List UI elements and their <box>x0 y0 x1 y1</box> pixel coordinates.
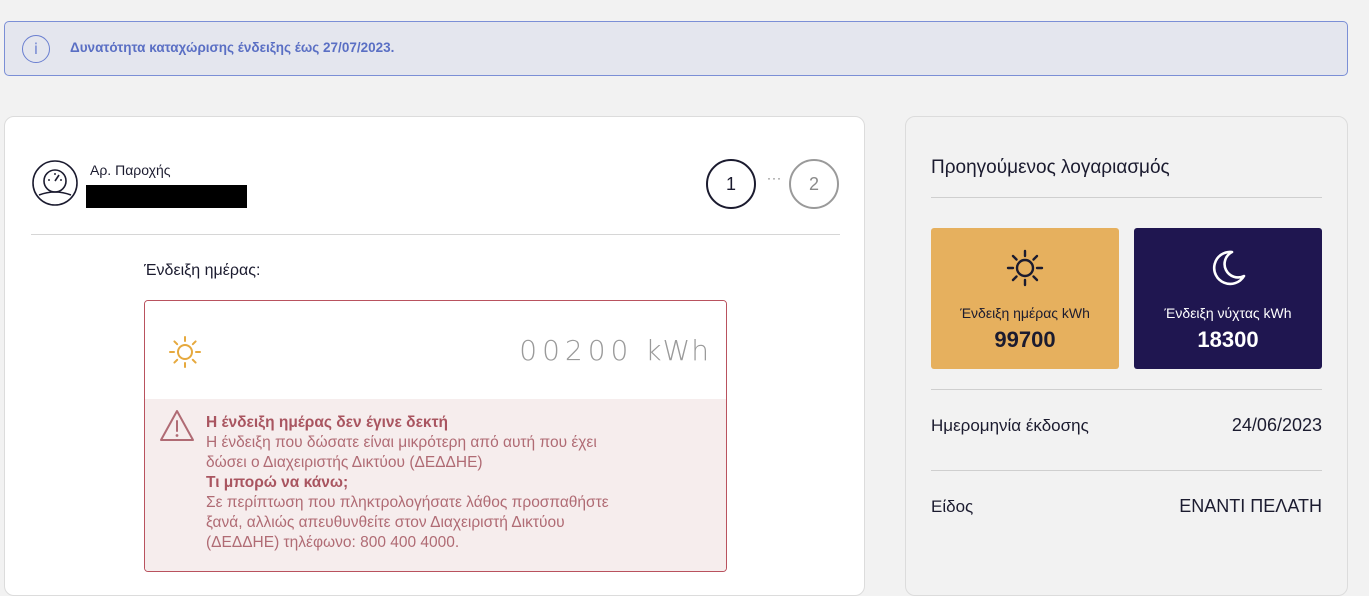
day-tile-label: Ένδειξη ημέρας kWh <box>960 305 1090 321</box>
info-icon: i <box>22 35 50 63</box>
error-message-panel: Η ένδειξη ημέρας δεν έγινε δεκτή Η ένδει… <box>145 399 726 571</box>
issue-date-divider <box>931 470 1322 471</box>
banner-text: Δυνατότητα καταχώρισης ένδειξης έως 27/0… <box>70 40 395 55</box>
error-text: Η ένδειξη ημέρας δεν έγινε δεκτή Η ένδει… <box>206 413 706 553</box>
day-reading-value: 00200 kWh <box>519 334 710 367</box>
sun-icon <box>1006 249 1044 287</box>
issue-date-label: Ημερομηνία έκδοσης <box>931 416 1089 435</box>
meter-reading-card: Αρ. Παροχής 1 ··· 2 Ένδειξη ημέρας: 0020… <box>4 116 865 596</box>
day-reading-input[interactable]: 00200 kWh <box>145 301 726 399</box>
step-1-indicator: 1 <box>706 159 756 209</box>
help-line-3: (ΔΕΔΔΗΕ) τηλέφωνο: 800 400 4000. <box>206 534 460 551</box>
help-line-1: Σε περίπτωση που πληκτρολογήσατε λάθος π… <box>206 494 609 511</box>
step-separator: ··· <box>767 171 782 185</box>
supply-number-redacted <box>86 185 247 208</box>
night-tile-value: 18300 <box>1197 327 1259 352</box>
day-tile-value: 99700 <box>994 327 1056 352</box>
help-line-2: ξανά, αλλιώς απευθυνθείτε στον Διαχειρισ… <box>206 514 565 531</box>
issue-date-value: 24/06/2023 <box>1231 415 1322 435</box>
previous-bill-title: Προηγούμενος λογαριασμός <box>931 157 1170 178</box>
night-tile-label: Ένδειξη νύχτας kWh <box>1164 305 1292 321</box>
title-divider <box>931 197 1322 198</box>
meter-icon <box>32 160 78 206</box>
help-title: Τι μπορώ να κάνω; <box>206 474 349 491</box>
day-reading-number: 00200 <box>519 334 634 367</box>
tiles-divider <box>931 389 1322 390</box>
night-reading-tile: Ένδειξη νύχτας kWh 18300 <box>1134 228 1322 369</box>
error-title: Η ένδειξη ημέρας δεν έγινε δεκτή <box>206 414 448 431</box>
warning-icon <box>160 410 194 441</box>
info-banner: i Δυνατότητα καταχώρισης ένδειξης έως 27… <box>4 21 1348 76</box>
step-2-indicator: 2 <box>789 159 839 209</box>
error-description-line-2: δώσει ο Διαχειριστής Δικτύου (ΔΕΔΔΗΕ) <box>206 454 483 471</box>
bill-type-value: ΕΝΑΝΤΙ ΠΕΛΑΤΗ <box>1179 496 1322 516</box>
header-divider <box>31 234 840 235</box>
moon-icon <box>1212 250 1246 286</box>
sun-icon <box>169 336 201 368</box>
day-reading-field: 00200 kWh Η ένδειξη ημέρας δεν έγινε δεκτ… <box>144 300 727 572</box>
previous-bill-card: Προηγούμενος λογαριασμός Ένδειξη ημέρας … <box>905 116 1348 596</box>
day-reading-unit: kWh <box>645 334 710 367</box>
supply-number-label: Αρ. Παροχής <box>90 162 171 178</box>
day-reading-label: Ένδειξη ημέρας: <box>144 262 261 279</box>
day-reading-tile: Ένδειξη ημέρας kWh 99700 <box>931 228 1119 369</box>
error-description-line-1: Η ένδειξη που δώσατε είναι μικρότερη από… <box>206 434 597 451</box>
bill-type-label: Είδος <box>931 497 974 516</box>
